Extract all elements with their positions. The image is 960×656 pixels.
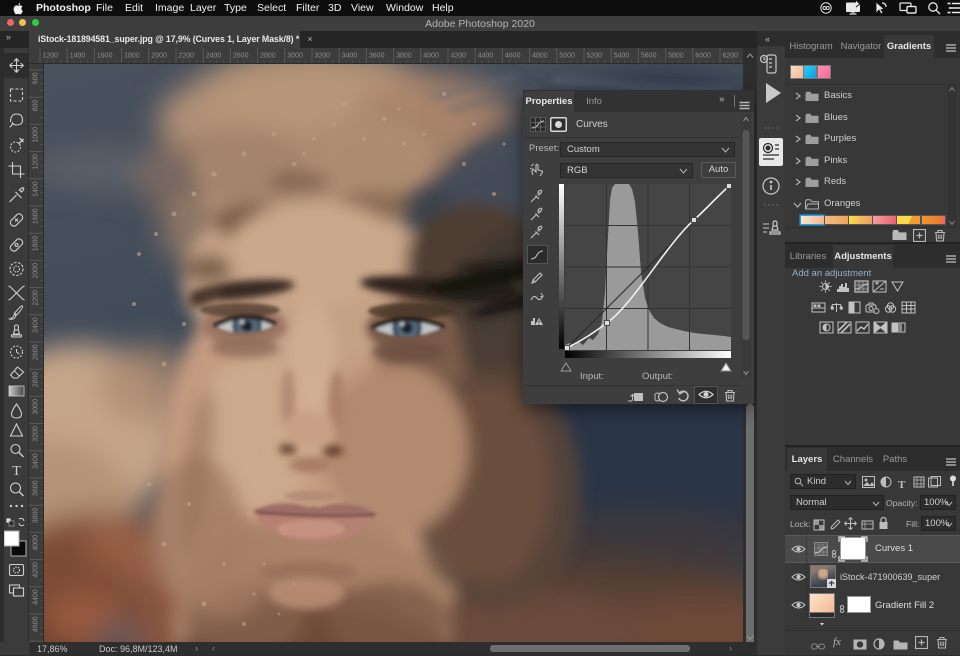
svg-text:2000: 2000 bbox=[33, 263, 40, 279]
svg-text:3000: 3000 bbox=[287, 53, 303, 60]
svg-text:3600: 3600 bbox=[33, 480, 40, 496]
svg-text:3600: 3600 bbox=[369, 53, 385, 60]
svg-text:1600: 1600 bbox=[33, 208, 40, 224]
svg-text:3800: 3800 bbox=[33, 508, 40, 524]
svg-text:4000: 4000 bbox=[423, 53, 439, 60]
svg-text:1000: 1000 bbox=[33, 127, 40, 143]
svg-text:5800: 5800 bbox=[668, 53, 684, 60]
svg-text:4400: 4400 bbox=[33, 589, 40, 605]
svg-text:2200: 2200 bbox=[179, 53, 195, 60]
svg-text:2800: 2800 bbox=[260, 53, 276, 60]
svg-text:«: « bbox=[765, 34, 770, 44]
svg-text:1800: 1800 bbox=[124, 53, 140, 60]
svg-text:1400: 1400 bbox=[70, 53, 86, 60]
svg-text:3400: 3400 bbox=[33, 453, 40, 469]
svg-text:4600: 4600 bbox=[505, 53, 521, 60]
svg-text:5400: 5400 bbox=[614, 53, 630, 60]
svg-text:3200: 3200 bbox=[315, 53, 331, 60]
svg-text:2600: 2600 bbox=[33, 344, 40, 360]
svg-text:2800: 2800 bbox=[33, 372, 40, 388]
svg-text:600: 600 bbox=[33, 72, 40, 84]
svg-text:6200: 6200 bbox=[723, 53, 739, 60]
svg-text:1400: 1400 bbox=[33, 181, 40, 197]
svg-text:4200: 4200 bbox=[33, 562, 40, 578]
svg-text:2000: 2000 bbox=[151, 53, 167, 60]
svg-text:4800: 4800 bbox=[532, 53, 548, 60]
svg-text:800: 800 bbox=[33, 100, 40, 112]
svg-text:3000: 3000 bbox=[33, 399, 40, 415]
svg-text:1200: 1200 bbox=[33, 154, 40, 170]
svg-text:2400: 2400 bbox=[206, 53, 222, 60]
svg-text:5600: 5600 bbox=[641, 53, 657, 60]
svg-text:1800: 1800 bbox=[33, 236, 40, 252]
svg-text:4600: 4600 bbox=[33, 616, 40, 632]
svg-text:4400: 4400 bbox=[478, 53, 494, 60]
svg-text:4200: 4200 bbox=[451, 53, 467, 60]
svg-text:3200: 3200 bbox=[33, 426, 40, 442]
svg-text:5200: 5200 bbox=[587, 53, 603, 60]
svg-text:1600: 1600 bbox=[97, 53, 113, 60]
svg-text:2200: 2200 bbox=[33, 290, 40, 306]
svg-text:1200: 1200 bbox=[43, 53, 59, 60]
svg-text:6000: 6000 bbox=[695, 53, 711, 60]
svg-text:3400: 3400 bbox=[342, 53, 358, 60]
svg-text:2600: 2600 bbox=[233, 53, 249, 60]
svg-text:5000: 5000 bbox=[559, 53, 575, 60]
svg-text:2400: 2400 bbox=[33, 317, 40, 333]
svg-text:T: T bbox=[12, 464, 21, 479]
svg-text:4000: 4000 bbox=[33, 535, 40, 551]
svg-text:3800: 3800 bbox=[396, 53, 412, 60]
